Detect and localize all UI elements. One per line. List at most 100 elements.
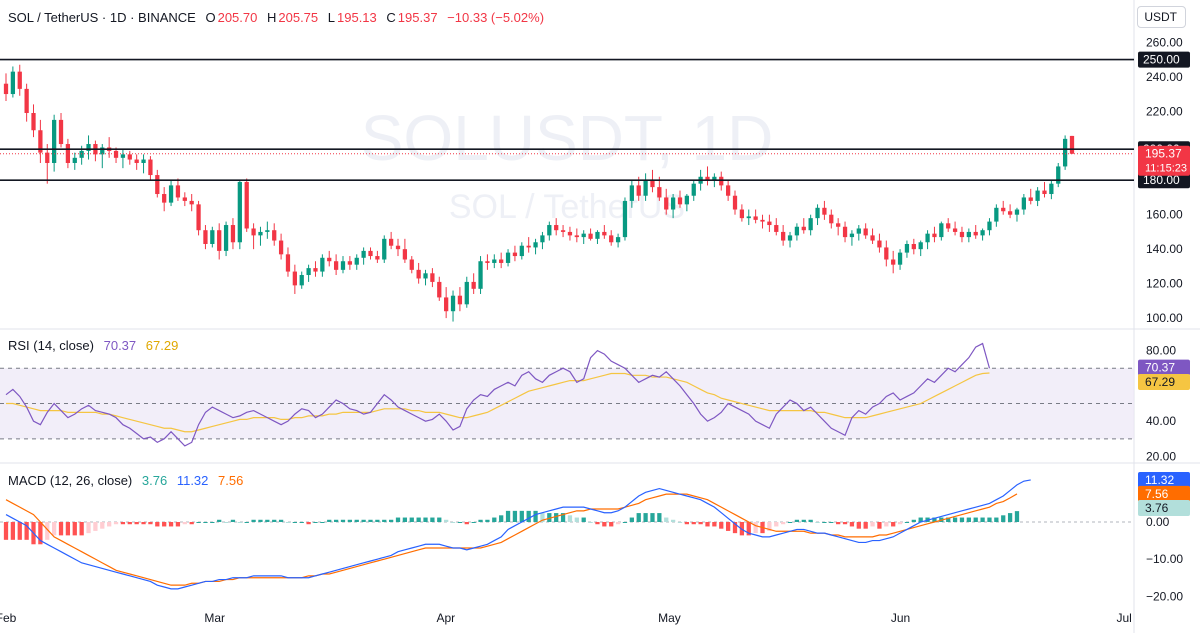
macd-histogram-bar	[952, 517, 958, 522]
macd-histogram-bar	[801, 519, 806, 522]
macd-histogram-bar	[581, 517, 586, 522]
bar-countdown-label: 11:15:23	[1145, 163, 1187, 175]
candle-body	[492, 259, 497, 263]
macd-tick-label: −10.00	[1146, 552, 1183, 566]
macd-tick-label: 0.00	[1146, 515, 1170, 529]
macd-histogram-bar	[230, 519, 236, 522]
candle-body	[842, 226, 848, 238]
candle-body	[897, 252, 903, 265]
candle-body	[327, 257, 332, 262]
macd-histogram-bar	[375, 519, 380, 522]
macd-histogram-bar	[457, 522, 463, 523]
macd-histogram-bar	[966, 517, 971, 522]
candle-body	[237, 181, 242, 243]
price-tick-label: 140.00	[1146, 242, 1183, 256]
candle-body	[836, 223, 841, 227]
candle-body	[622, 200, 628, 238]
macd-histogram-bar	[402, 517, 408, 522]
currency-button[interactable]: USDT	[1137, 6, 1186, 28]
macd-histogram-bar	[444, 519, 449, 522]
candle-body	[746, 216, 751, 219]
macd-histogram-bar	[430, 517, 435, 522]
candle-body	[285, 254, 291, 272]
level-label: 250.00	[1143, 53, 1180, 67]
macd-histogram-bar	[361, 519, 366, 522]
macd-histogram-bar	[409, 517, 414, 522]
time-axis-label: Feb	[0, 611, 17, 625]
time-axis-label: Apr	[436, 611, 455, 625]
candle-body	[272, 230, 277, 241]
macd-histogram-bar	[677, 522, 683, 523]
macd-histogram-bar	[389, 519, 394, 522]
macd-histogram-bar	[100, 522, 105, 529]
candle-body	[258, 231, 263, 236]
macd-histogram-bar	[65, 522, 71, 536]
close-value: 195.37	[397, 10, 438, 25]
candle-body	[994, 207, 999, 222]
candle-body	[306, 268, 311, 276]
macd-histogram-bar	[719, 522, 724, 529]
candle-body	[787, 235, 793, 241]
candle-body	[650, 180, 655, 188]
candle-body	[333, 261, 339, 270]
candle-body	[464, 281, 469, 305]
macd-histogram-bar	[382, 519, 387, 522]
macd-histogram-bar	[72, 522, 77, 536]
candle-body	[120, 154, 126, 158]
macd-histogram-bar	[423, 517, 428, 522]
candle-body	[1001, 207, 1006, 212]
signal-axis-value: 7.56	[1145, 487, 1169, 501]
candle-body	[79, 150, 84, 158]
candle-body	[58, 119, 64, 145]
candle-body	[340, 261, 346, 270]
candle-body	[540, 235, 545, 243]
candle-body	[884, 247, 889, 260]
macd-histogram-bar	[162, 522, 167, 527]
candle-body	[794, 226, 800, 236]
macd-histogram-bar	[891, 522, 896, 527]
candle-body	[24, 88, 29, 114]
macd-histogram-bar	[636, 513, 641, 522]
candle-body	[471, 281, 476, 289]
candle-body	[774, 225, 779, 232]
candle-body	[925, 233, 930, 243]
macd-histogram-bar	[973, 517, 978, 522]
candle-body	[368, 250, 373, 257]
currency-label: USDT	[1144, 10, 1177, 24]
candle-body	[856, 228, 861, 234]
candle-body	[829, 214, 834, 224]
macd-histogram-bar	[299, 522, 304, 523]
candle-body	[918, 242, 923, 250]
rsi-legend: RSI (14, close) 70.37 67.29	[8, 338, 180, 353]
macd-histogram-bar	[450, 522, 456, 523]
rsi-ma-value: 67.29	[145, 338, 179, 353]
candle-body	[801, 226, 806, 231]
candle-body	[567, 231, 573, 236]
candle-body	[299, 275, 304, 286]
last-price-label: 195.37	[1145, 147, 1182, 161]
macd-histogram-bar	[877, 522, 882, 529]
candle-body	[1049, 183, 1054, 195]
macd-histogram-bar	[519, 510, 524, 522]
candle-body	[347, 261, 353, 265]
candle-body	[437, 281, 442, 298]
candle-body	[148, 159, 153, 176]
macd-histogram-bar	[595, 522, 600, 525]
candle-body	[952, 228, 958, 232]
macd-histogram-bar	[58, 522, 64, 536]
macd-histogram-bar	[698, 522, 703, 525]
macd-histogram-bar	[52, 522, 57, 536]
macd-hist-axis-value: 3.76	[1145, 501, 1169, 515]
candle-body	[911, 243, 916, 250]
candle-body	[815, 207, 820, 219]
macd-histogram-bar	[574, 517, 579, 522]
candle-body	[1062, 138, 1068, 167]
candle-body	[313, 268, 318, 272]
candle-body	[203, 230, 208, 244]
candle-body	[457, 295, 463, 305]
price-tick-label: 120.00	[1146, 277, 1183, 291]
macd-axis-value: 11.32	[1145, 473, 1174, 487]
candle-body	[168, 185, 174, 203]
candle-body	[980, 230, 985, 236]
macd-histogram-bar	[602, 522, 607, 527]
